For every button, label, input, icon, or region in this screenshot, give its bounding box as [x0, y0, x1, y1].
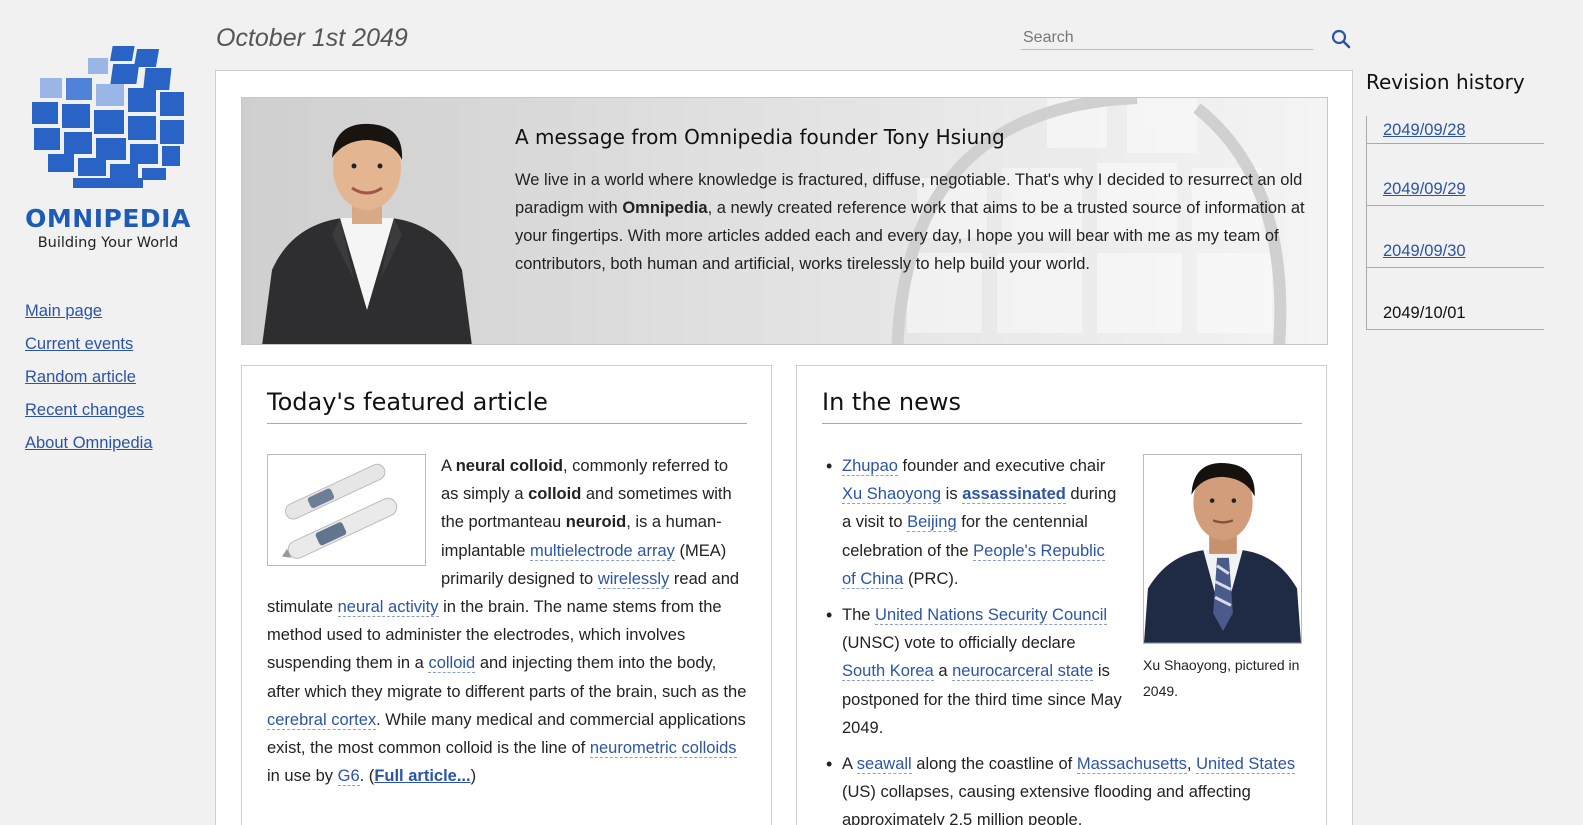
main-panel: A message from Omnipedia founder Tony Hs… [215, 70, 1353, 825]
term-neuroid: neuroid [565, 513, 627, 532]
nav-link-about[interactable]: About Omnipedia [25, 434, 153, 452]
nav-link-random-article[interactable]: Random article [25, 368, 136, 386]
revision-item: 2049/09/30 [1367, 206, 1544, 268]
omnipedia-bold: Omnipedia [622, 199, 708, 217]
text-run: is [941, 485, 963, 504]
text-run: a [933, 662, 953, 681]
text-run: founder and executive chair [897, 457, 1106, 475]
term-colloid: colloid [528, 485, 582, 504]
link-unsc[interactable]: United Nations Security Council [875, 606, 1108, 626]
text-run: ) [470, 767, 477, 786]
nav-link-current-events[interactable]: Current events [25, 335, 133, 353]
revision-link[interactable]: 2049/09/28 [1383, 121, 1466, 139]
search-icon[interactable] [1330, 28, 1352, 50]
text-run: along the coastline of [911, 755, 1077, 774]
link-neurometric-colloids[interactable]: neurometric colloids [589, 739, 737, 759]
revision-link[interactable]: 2049/09/29 [1383, 180, 1466, 198]
revision-item: 2049/09/28 [1367, 116, 1544, 144]
link-beijing[interactable]: Beijing [907, 513, 957, 533]
revision-current: 2049/10/01 [1383, 304, 1466, 322]
featured-article-heading: Today's featured article [267, 388, 747, 424]
in-the-news-body: Xu Shaoyong, pictured in 2049. Zhupao fo… [822, 452, 1302, 825]
news-list: Zhupao founder and executive chair Xu Sh… [822, 452, 1302, 825]
link-united-states[interactable]: United States [1196, 755, 1296, 775]
link-assassinated[interactable]: assassinated [962, 485, 1066, 505]
text-run: , [1186, 755, 1197, 774]
link-massachusetts[interactable]: Massachusetts [1076, 755, 1187, 775]
founder-banner: A message from Omnipedia founder Tony Hs… [241, 97, 1328, 345]
text-run: (US) collapses, causing extensive floodi… [842, 783, 1251, 825]
brand-tagline: Building Your World [37, 235, 179, 251]
current-date: October 1st 2049 [216, 24, 408, 52]
link-cerebral-cortex[interactable]: cerebral cortex [267, 710, 377, 730]
news-item: Zhupao founder and executive chair Xu Sh… [822, 452, 1302, 593]
nav-item-recent-changes: Recent changes [25, 401, 153, 420]
nav-item-random-article: Random article [25, 368, 153, 387]
nav-item-main-page: Main page [25, 302, 153, 321]
link-neural-activity[interactable]: neural activity [337, 598, 439, 618]
brand-name: OMNIPEDIA [25, 204, 191, 233]
nav-item-about: About Omnipedia [25, 434, 153, 453]
nav-link-main-page[interactable]: Main page [25, 302, 102, 320]
revision-history-title: Revision history [1366, 70, 1525, 94]
link-g6[interactable]: G6 [337, 767, 360, 787]
link-zhupao[interactable]: Zhupao [842, 457, 898, 476]
link-seawall[interactable]: seawall [856, 755, 912, 775]
sidebar-nav: Main page Current events Random article … [25, 302, 153, 467]
text-run: A [842, 755, 857, 774]
nav-link-recent-changes[interactable]: Recent changes [25, 401, 144, 419]
in-the-news-card: In the news Xu Shaoyong, pictured in 204… [796, 365, 1327, 825]
link-colloid[interactable]: colloid [428, 654, 476, 674]
link-xu-shaoyong[interactable]: Xu Shaoyong [842, 485, 942, 505]
link-south-korea[interactable]: South Korea [842, 662, 934, 682]
featured-article-body: A neural colloid, commonly referred to a… [267, 452, 747, 790]
in-the-news-heading: In the news [822, 388, 1302, 424]
revision-link[interactable]: 2049/09/30 [1383, 242, 1466, 260]
revision-history-list: 2049/09/28 2049/09/29 2049/09/30 2049/10… [1366, 116, 1544, 330]
search-bar [1021, 26, 1313, 50]
nav-item-current-events: Current events [25, 335, 153, 354]
site-logo[interactable]: OMNIPEDIA Building Your World [24, 44, 192, 251]
text-run: (UNSC) vote to officially declare [842, 634, 1076, 653]
founder-portrait [262, 123, 472, 344]
link-multielectrode-array[interactable]: multielectrode array [529, 541, 675, 561]
text-run: (PRC). [903, 569, 959, 588]
featured-article-image[interactable] [267, 454, 426, 566]
text-run: A [441, 457, 456, 475]
revision-item-current: 2049/10/01 [1367, 268, 1544, 330]
text-run: The [842, 606, 876, 625]
link-wirelessly[interactable]: wirelessly [597, 569, 670, 589]
search-input[interactable] [1021, 26, 1313, 50]
featured-article-card: Today's featured article A neural colloi… [241, 365, 772, 825]
founder-message-text: We live in a world where knowledge is fr… [515, 166, 1310, 278]
news-item: A seawall along the coastline of Massach… [822, 750, 1302, 825]
news-item: The United Nations Security Council (UNS… [822, 601, 1302, 742]
link-neurocarceral-state[interactable]: neurocarceral state [952, 662, 1094, 682]
text-run: . ( [359, 767, 375, 786]
globe-logo-icon [32, 46, 184, 188]
term-neural-colloid: neural colloid [455, 457, 563, 475]
full-article-link[interactable]: Full article... [374, 767, 470, 785]
founder-message-title: A message from Omnipedia founder Tony Hs… [515, 125, 1005, 149]
text-run: in use by [267, 767, 338, 786]
revision-item: 2049/09/29 [1367, 144, 1544, 206]
